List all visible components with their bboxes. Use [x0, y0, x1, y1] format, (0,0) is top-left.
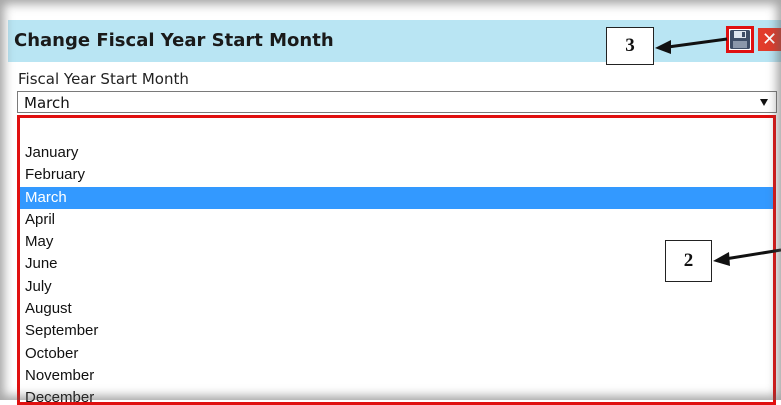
fiscal-year-start-month-select[interactable]: March: [17, 91, 777, 113]
month-option[interactable]: February: [20, 164, 773, 186]
month-option[interactable]: October: [20, 343, 773, 365]
dropdown-arrow-icon[interactable]: [760, 99, 768, 106]
dialog-title: Change Fiscal Year Start Month: [14, 30, 334, 51]
fiscal-year-start-month-label: Fiscal Year Start Month: [18, 70, 189, 88]
month-option[interactable]: September: [20, 320, 773, 342]
close-icon: ✕: [761, 29, 778, 50]
save-button[interactable]: [726, 26, 754, 53]
month-option[interactable]: May: [20, 231, 773, 253]
close-button[interactable]: ✕: [758, 28, 781, 51]
callout-2-box: 2: [665, 240, 712, 282]
callout-2-label: 2: [683, 250, 694, 271]
dialog-title-bar: Change Fiscal Year Start Month: [8, 20, 781, 62]
month-option[interactable]: July: [20, 276, 773, 298]
select-current-value: March: [24, 94, 70, 112]
month-option[interactable]: April: [20, 209, 773, 231]
month-dropdown-list[interactable]: January February March April May June Ju…: [17, 115, 776, 405]
callout-3-label: 3: [625, 35, 635, 56]
month-option[interactable]: June: [20, 253, 773, 275]
month-option[interactable]: January: [20, 142, 773, 164]
month-option[interactable]: March: [20, 186, 773, 209]
callout-3-box: 3: [606, 27, 654, 65]
month-option[interactable]: December: [20, 387, 773, 402]
floppy-disk-icon: [730, 30, 750, 49]
month-option[interactable]: November: [20, 365, 773, 387]
month-option[interactable]: August: [20, 298, 773, 320]
